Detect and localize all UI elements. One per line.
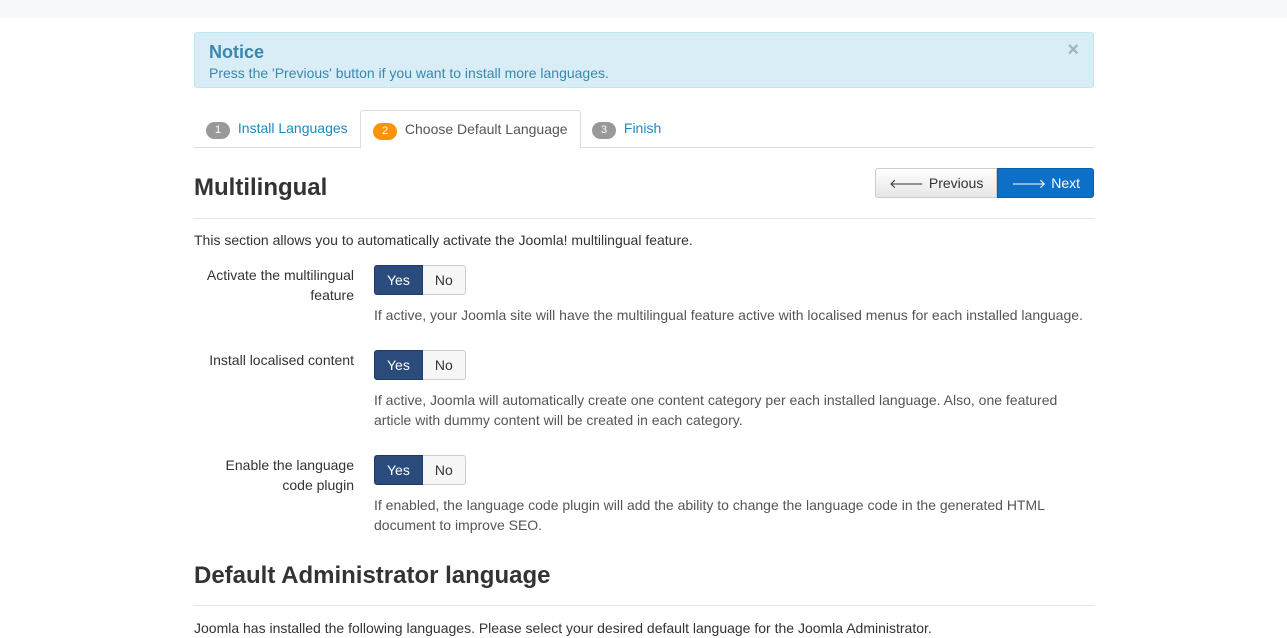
tab-install-languages[interactable]: 1 Install Languages [194, 110, 360, 148]
field-help: If enabled, the language code plugin wil… [374, 497, 1045, 533]
section-title-default-admin-language: Default Administrator language [194, 562, 551, 589]
field-label: Install localised content [209, 352, 354, 368]
divider [194, 218, 1094, 219]
close-icon[interactable]: × [1067, 40, 1079, 60]
notice-title: Notice [209, 42, 265, 62]
next-label: Next [1051, 175, 1080, 191]
no-option[interactable]: No [422, 350, 466, 380]
section-title-multilingual: Multilingual [194, 174, 328, 201]
yes-no-toggle: Yes No [374, 265, 466, 295]
step-badge: 1 [206, 122, 230, 139]
top-band [0, 0, 1287, 18]
tab-label: Finish [623, 120, 662, 136]
no-option[interactable]: No [422, 455, 466, 485]
installer-content: Notice Press the 'Previous' button if yo… [194, 32, 1094, 636]
notice-alert: Notice Press the 'Previous' button if yo… [194, 32, 1094, 88]
yes-option[interactable]: Yes [374, 265, 423, 295]
tab-finish[interactable]: 3 Finish [580, 110, 673, 148]
section-intro: Joomla has installed the following langu… [194, 620, 932, 636]
step-badge: 3 [592, 122, 616, 139]
next-button[interactable]: 🡒 Next [997, 168, 1094, 198]
yes-option[interactable]: Yes [374, 455, 423, 485]
wizard-tabs: 1 Install Languages 2 Choose Default Lan… [194, 110, 1094, 149]
notice-message: Press the 'Previous' button if you want … [209, 65, 609, 81]
field-label: Activate the multilingual feature [206, 267, 354, 303]
yes-no-toggle: Yes No [374, 350, 466, 380]
section-intro: This section allows you to automatically… [194, 232, 693, 248]
wizard-nav-buttons: 🡐 Previous 🡒 Next [874, 168, 1094, 198]
tab-label: Install Languages [237, 120, 348, 136]
tab-choose-default-language[interactable]: 2 Choose Default Language [360, 110, 581, 149]
field-help: If active, your Joomla site will have th… [374, 307, 1083, 323]
arrow-left-icon: 🡐 [888, 175, 924, 191]
arrow-right-icon: 🡒 [1011, 175, 1047, 191]
yes-no-toggle: Yes No [374, 455, 466, 485]
divider [194, 605, 1094, 606]
step-badge: 2 [373, 123, 397, 140]
yes-option[interactable]: Yes [374, 350, 423, 380]
field-label: Enable the language code plugin [225, 457, 354, 493]
tab-label: Choose Default Language [404, 121, 568, 137]
field-help: If active, Joomla will automatically cre… [374, 392, 1058, 428]
no-option[interactable]: No [422, 265, 466, 295]
previous-label: Previous [928, 175, 984, 191]
previous-button[interactable]: 🡐 Previous [874, 168, 998, 198]
